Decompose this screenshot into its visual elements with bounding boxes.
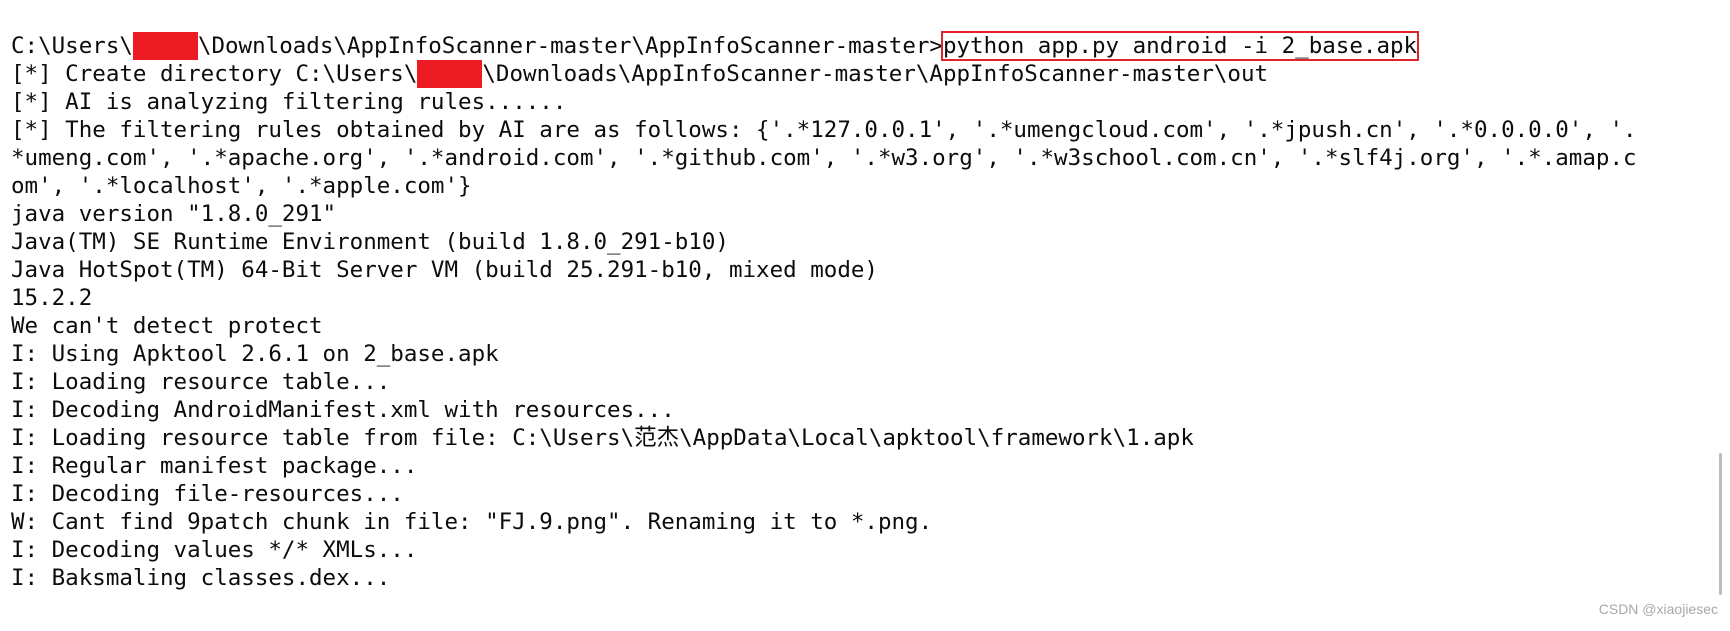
output-line: [*] AI is analyzing filtering rules.....…	[11, 89, 567, 115]
prompt-line: C:\Users\ \Downloads\AppInfoScanner-maste…	[11, 31, 1730, 61]
output-line: I: Decoding values */* XMLs...	[11, 537, 418, 563]
output-line: I: Using Apktool 2.6.1 on 2_base.apk	[11, 341, 499, 367]
output-line: java version "1.8.0_291"	[11, 201, 337, 227]
output-line: I: Regular manifest package...	[11, 453, 418, 479]
output-line: I: Loading resource table from file: C:\…	[11, 425, 1194, 451]
output-line: Java HotSpot(TM) 64-Bit Server VM (build…	[11, 257, 878, 283]
vertical-scrollbar[interactable]	[1719, 453, 1722, 595]
prompt-path: \Downloads\AppInfoScanner-master\AppInfo…	[197, 33, 943, 59]
output-line: W: Cant find 9patch chunk in file: "FJ.9…	[11, 509, 933, 535]
redacted-username	[132, 32, 198, 60]
output-line: I: Decoding AndroidManifest.xml with res…	[11, 397, 675, 423]
output-line: om', '.*localhost', '.*apple.com'}	[11, 173, 472, 199]
output-line: *umeng.com', '.*apache.org', '.*android.…	[11, 145, 1637, 171]
output-line: We can't detect protect	[11, 313, 323, 339]
output-line: [*] The filtering rules obtained by AI a…	[11, 117, 1637, 143]
output-line: 15.2.2	[11, 285, 93, 311]
highlighted-command: python app.py android -i 2_base.apk	[940, 31, 1420, 61]
terminal-window[interactable]: C:\Users\ \Downloads\AppInfoScanner-maste…	[0, 0, 1730, 631]
redacted-username	[417, 60, 483, 88]
create-prefix: [*] Create directory C:\Users\	[11, 61, 418, 87]
output-line: I: Loading resource table...	[11, 369, 391, 395]
prompt-prefix: C:\Users\	[11, 33, 133, 59]
watermark: CSDN @xiaojiesec	[1598, 601, 1718, 617]
create-directory-line: [*] Create directory C:\Users\ \Downloads…	[11, 60, 1730, 88]
output-line: Java(TM) SE Runtime Environment (build 1…	[11, 229, 729, 255]
output-line: I: Decoding file-resources...	[11, 481, 404, 507]
output-line: I: Baksmaling classes.dex...	[11, 565, 391, 591]
create-path: \Downloads\AppInfoScanner-master\AppInfo…	[482, 61, 1269, 87]
